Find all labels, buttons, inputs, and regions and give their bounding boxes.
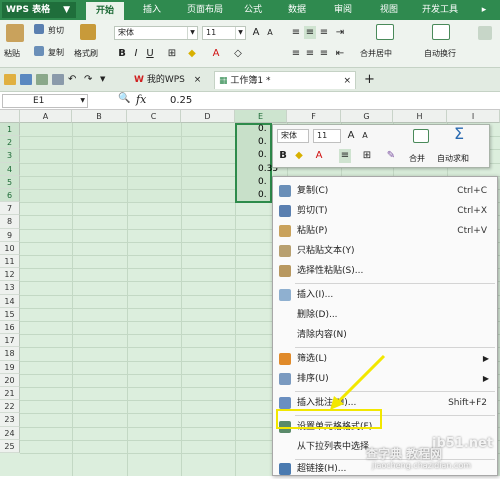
watermark-url: jiaocheng.chazidian.com [372,461,472,470]
annotation-arrow-icon [330,354,386,410]
watermark-cn: 查字典 教程网 [366,447,443,461]
